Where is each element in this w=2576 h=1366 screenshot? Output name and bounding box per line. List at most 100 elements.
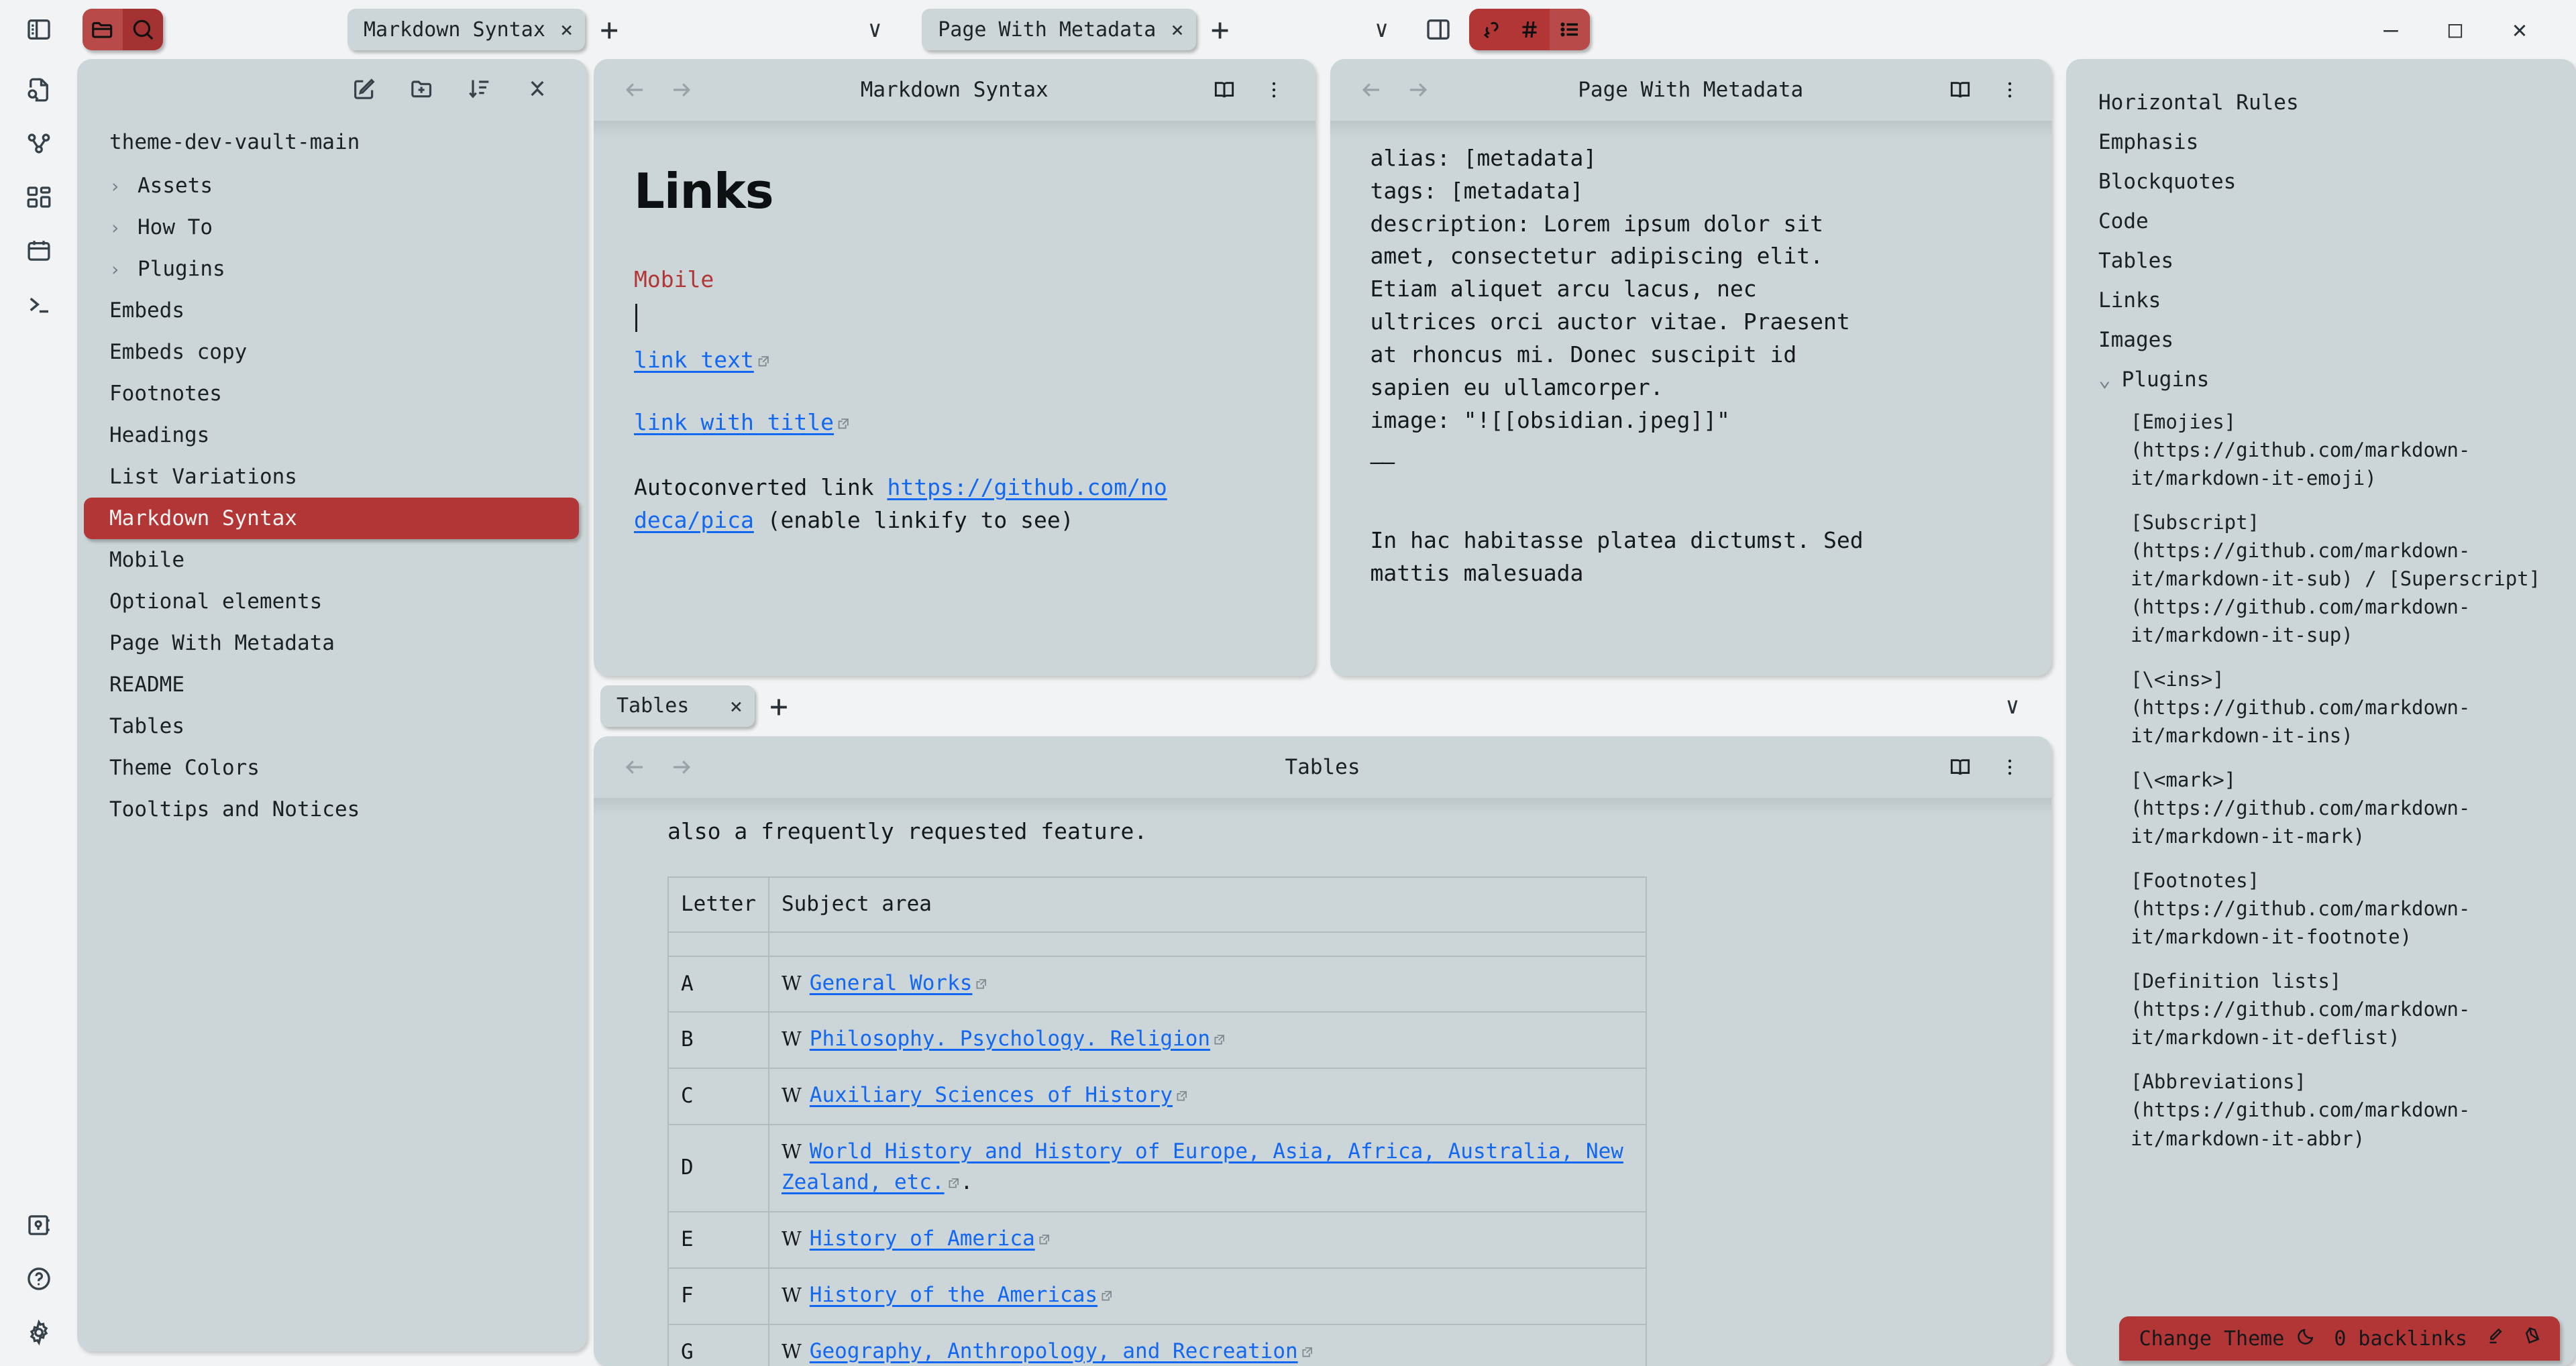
backlink-icon[interactable] <box>1469 9 1509 50</box>
arrow-left-icon[interactable] <box>616 71 654 109</box>
explorer-item-headings[interactable]: Headings <box>77 414 587 456</box>
subject-area-link[interactable]: General Works <box>810 971 973 995</box>
subject-area-link[interactable]: Auxiliary Sciences of History <box>810 1083 1173 1107</box>
backlinks-count[interactable]: 0 backlinks <box>2334 1327 2467 1351</box>
arrow-right-icon[interactable] <box>662 748 700 786</box>
new-tab-button[interactable]: + <box>585 14 633 45</box>
outline-item-emphasis[interactable]: Emphasis <box>2066 123 2576 162</box>
book-open-icon[interactable] <box>1941 71 1979 109</box>
chevrons-collapse-icon[interactable] <box>519 70 556 107</box>
explorer-item-mobile[interactable]: Mobile <box>77 539 587 581</box>
terminal-icon[interactable] <box>20 286 58 323</box>
explorer-item-page-with-metadata[interactable]: Page With Metadata <box>77 622 587 664</box>
panel-right-icon[interactable] <box>1419 11 1457 48</box>
outline-item-blockquotes[interactable]: Blockquotes <box>2066 162 2576 202</box>
table-header-row: Letter Subject area <box>667 876 1648 933</box>
chevron-down-icon[interactable]: ∨ <box>855 16 895 43</box>
explorer-item-tables[interactable]: Tables <box>77 705 587 747</box>
outline-item-tables[interactable]: Tables <box>2066 241 2576 281</box>
vault-icon[interactable] <box>20 1206 58 1244</box>
minimize-button[interactable]: – <box>2359 0 2423 59</box>
edit-mode-button[interactable] <box>2485 1326 2505 1351</box>
link-text-link[interactable]: link text <box>634 347 754 373</box>
subject-area-link[interactable]: Philosophy. Psychology. Religion <box>810 1027 1210 1051</box>
outline-sub-item[interactable]: [\<mark>](https://github.com/markdown-it… <box>2066 758 2576 858</box>
explorer-item-readme[interactable]: README <box>77 664 587 705</box>
close-icon[interactable]: × <box>730 695 743 717</box>
explorer-item-list-variations[interactable]: List Variations <box>77 456 587 498</box>
chevron-down-icon[interactable]: ∨ <box>1362 16 1402 43</box>
subject-area-link[interactable]: History of America <box>810 1227 1035 1251</box>
book-open-icon[interactable] <box>1941 748 1979 786</box>
outline-sub-item[interactable]: [Subscript](https://github.com/markdown-… <box>2066 500 2576 657</box>
more-vertical-icon[interactable] <box>1255 71 1293 109</box>
chevron-down-icon[interactable]: ∨ <box>1992 693 2033 720</box>
explorer-item-optional-elements[interactable]: Optional elements <box>77 581 587 622</box>
outline-item-images[interactable]: Images <box>2066 321 2576 360</box>
explorer-item-embeds-copy[interactable]: Embeds copy <box>77 331 587 373</box>
more-vertical-icon[interactable] <box>1991 748 2029 786</box>
outline-item-code[interactable]: Code <box>2066 202 2576 241</box>
chevron-right-icon[interactable]: › <box>109 175 123 197</box>
cell-subject-area <box>767 931 1648 957</box>
outline-item-plugins[interactable]: ⌄ Plugins <box>2066 360 2576 400</box>
subject-area-link[interactable]: Geography, Anthropology, and Recreation <box>810 1339 1298 1363</box>
tab-page-with-metadata[interactable]: Page With Metadata × <box>922 9 1196 50</box>
explorer-item-assets[interactable]: › Assets <box>77 165 587 207</box>
obsidian-logo-icon[interactable] <box>2522 1326 2542 1351</box>
folder-plus-icon[interactable] <box>403 70 441 107</box>
outline-item-horizontal-rules[interactable]: Horizontal Rules <box>2066 83 2576 123</box>
calendar-icon[interactable] <box>20 232 58 270</box>
grid-icon[interactable] <box>20 178 58 216</box>
explorer-item-tooltips-and-notices[interactable]: Tooltips and Notices <box>77 789 587 830</box>
tables-editor-content[interactable]: also a frequently requested feature. Let… <box>594 797 2051 1366</box>
book-open-icon[interactable] <box>1205 71 1243 109</box>
explorer-item-embeds[interactable]: Embeds <box>77 290 587 331</box>
graph-icon[interactable] <box>20 125 58 162</box>
search-icon[interactable] <box>123 9 163 50</box>
gear-icon[interactable] <box>20 1314 58 1351</box>
markdown-editor-content[interactable]: Links Mobile link text link with title A… <box>594 121 1316 676</box>
maximize-button[interactable]: □ <box>2423 0 2487 59</box>
metadata-editor-content[interactable]: alias: [metadata] tags: [metadata] descrip… <box>1330 121 2052 676</box>
arrow-right-icon[interactable] <box>662 71 700 109</box>
outline-item-links[interactable]: Links <box>2066 281 2576 321</box>
chevron-right-icon[interactable]: › <box>109 217 123 239</box>
explorer-item-plugins[interactable]: › Plugins <box>77 248 587 290</box>
chevron-right-icon[interactable]: › <box>109 258 123 280</box>
folder-icon[interactable] <box>83 9 123 50</box>
file-search-icon[interactable] <box>20 71 58 109</box>
outline-sub-item[interactable]: [\<ins>](https://github.com/markdown-it/… <box>2066 657 2576 758</box>
explorer-item-markdown-syntax[interactable]: Markdown Syntax <box>84 498 579 539</box>
outline-sub-item[interactable]: [Definition lists](https://github.com/ma… <box>2066 959 2576 1060</box>
arrow-right-icon[interactable] <box>1399 71 1436 109</box>
new-tab-button[interactable]: + <box>755 691 803 722</box>
tab-tables[interactable]: Tables × <box>600 685 755 727</box>
outline-sub-item[interactable]: [Emojies](https://github.com/markdown-it… <box>2066 400 2576 500</box>
question-circle-icon[interactable] <box>20 1260 58 1298</box>
arrow-left-icon[interactable] <box>1353 71 1391 109</box>
tab-markdown-syntax[interactable]: Markdown Syntax × <box>347 9 586 50</box>
explorer-item-label: Theme Colors <box>109 756 260 780</box>
outline-sub-item[interactable]: [Footnotes](https://github.com/markdown-… <box>2066 858 2576 959</box>
explorer-item-footnotes[interactable]: Footnotes <box>77 373 587 414</box>
subject-area-link[interactable]: History of the Americas <box>810 1283 1097 1307</box>
explorer-item-theme-colors[interactable]: Theme Colors <box>77 747 587 789</box>
close-button[interactable]: ✕ <box>2487 0 2552 59</box>
panel-left-icon[interactable] <box>20 11 58 48</box>
link-with-title-link[interactable]: link with title <box>634 409 834 435</box>
change-theme-button[interactable]: Change Theme <box>2139 1326 2317 1351</box>
sort-icon[interactable] <box>461 70 498 107</box>
new-tab-button[interactable]: + <box>1196 14 1244 45</box>
list-icon[interactable] <box>1549 9 1590 50</box>
close-icon[interactable]: × <box>1171 19 1183 40</box>
close-icon[interactable]: × <box>560 19 573 40</box>
more-vertical-icon[interactable] <box>1991 71 2029 109</box>
subject-area-link[interactable]: World History and History of Europe, Asi… <box>782 1139 1623 1194</box>
hash-icon[interactable] <box>1509 9 1550 50</box>
explorer-item-how-to[interactable]: › How To <box>77 207 587 248</box>
chevron-down-icon[interactable]: ⌄ <box>2098 365 2111 395</box>
pencil-square-icon[interactable] <box>345 70 383 107</box>
outline-sub-item[interactable]: [Abbreviations](https://github.com/markd… <box>2066 1060 2576 1160</box>
arrow-left-icon[interactable] <box>616 748 654 786</box>
